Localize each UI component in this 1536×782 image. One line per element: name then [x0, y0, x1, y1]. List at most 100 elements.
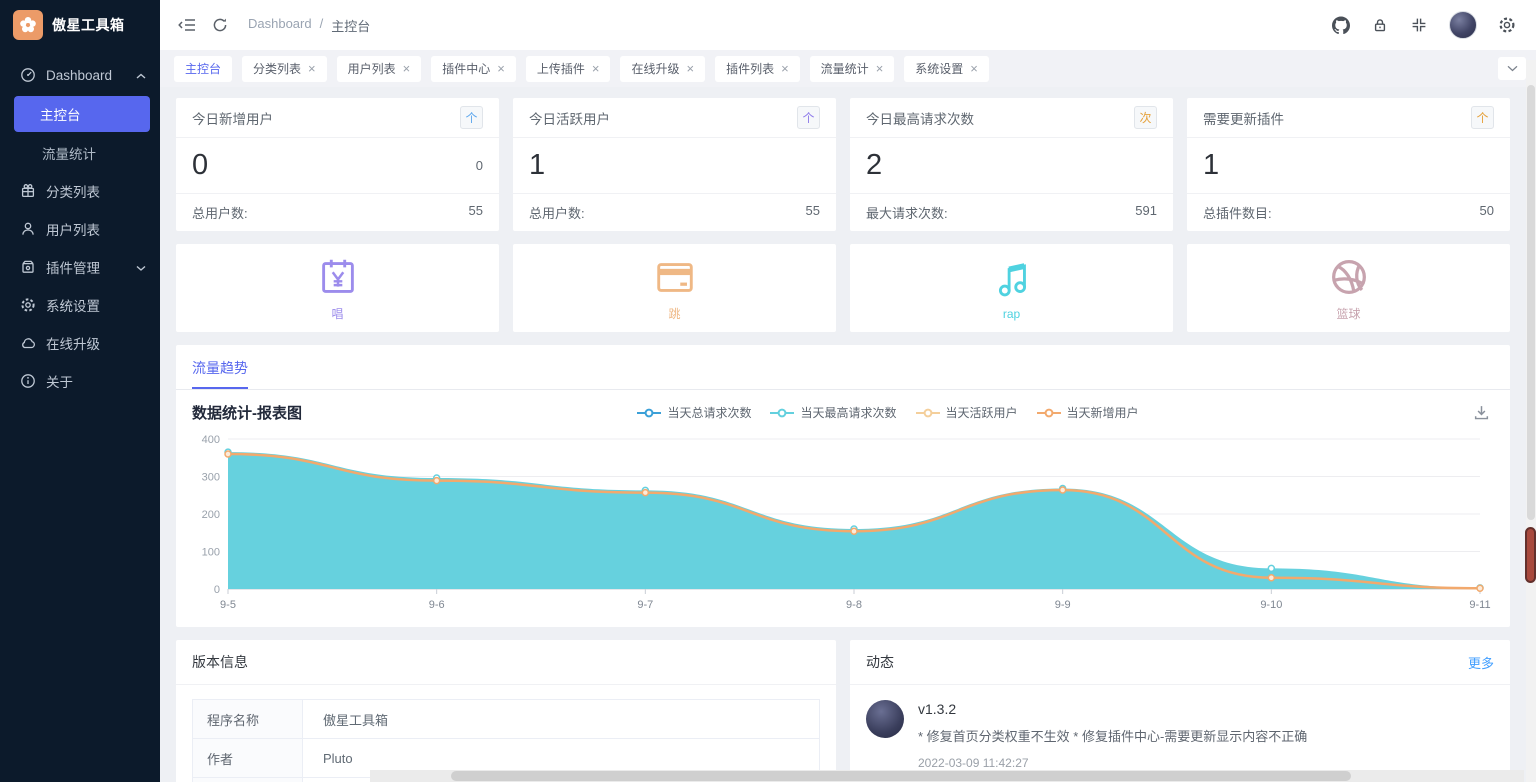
chevron-down-icon — [136, 260, 146, 275]
music-note-icon — [989, 256, 1035, 302]
close-icon[interactable]: × — [308, 62, 316, 75]
legend-item[interactable]: 当天最高请求次数 — [769, 404, 896, 421]
close-icon[interactable]: × — [970, 62, 978, 75]
sidebar-item-user-list[interactable]: 用户列表 — [0, 210, 160, 248]
tab-user-list[interactable]: 用户列表× — [337, 56, 422, 82]
app-logo: 傲星工具箱 — [0, 0, 160, 50]
legend-item[interactable]: 当天活跃用户 — [915, 404, 1018, 421]
breadcrumb-item[interactable]: Dashboard — [248, 16, 312, 35]
scrollbar-red-marker[interactable] — [1525, 527, 1536, 583]
shortcut-card-sing[interactable]: 唱 — [176, 244, 499, 332]
stat-footer-value: 50 — [1480, 203, 1494, 222]
sidebar-item-dashboard[interactable]: Dashboard — [0, 56, 160, 94]
close-icon[interactable]: × — [497, 62, 505, 75]
svg-text:9-5: 9-5 — [220, 599, 236, 611]
tab-plugin-center[interactable]: 插件中心× — [431, 56, 516, 82]
row-value: 傲星工具箱 — [303, 700, 388, 738]
row-label: 作者 — [193, 739, 303, 777]
stat-footer-label: 总用户数: — [529, 203, 585, 222]
legend-marker-icon — [636, 408, 662, 418]
download-icon[interactable] — [1473, 404, 1490, 421]
stat-title: 今日新增用户 — [192, 108, 273, 128]
close-icon[interactable]: × — [403, 62, 411, 75]
tab-traffic-stats[interactable]: 流量统计× — [810, 56, 895, 82]
tab-upload-plugin[interactable]: 上传插件× — [526, 56, 611, 82]
svg-text:9-7: 9-7 — [637, 599, 653, 611]
tab-plugin-list[interactable]: 插件列表× — [715, 56, 800, 82]
legend-item[interactable]: 当天总请求次数 — [636, 404, 751, 421]
fullscreen-icon[interactable] — [1410, 16, 1428, 34]
shortcut-card-jump[interactable]: 跳 — [513, 244, 836, 332]
breadcrumb-item-current: 主控台 — [331, 16, 370, 35]
sidebar-menu: Dashboard 主控台 流量统计 分类列表 用户列表 — [0, 50, 160, 400]
shortcut-label: 唱 — [331, 305, 343, 322]
chart-title: 数据统计-报表图 — [192, 402, 302, 423]
shortcut-label: rap — [1003, 307, 1020, 321]
gear-icon — [20, 297, 36, 313]
gift-icon — [20, 183, 36, 199]
top-header: Dashboard / 主控台 — [160, 0, 1536, 50]
refresh-icon[interactable] — [211, 16, 229, 34]
chevron-down-icon — [1507, 65, 1518, 72]
stat-value: 2 — [866, 149, 882, 182]
stat-card-new-users: 今日新增用户 个 0 0 总用户数: 55 — [176, 98, 499, 231]
panel-title: 版本信息 — [192, 652, 248, 672]
sidebar-item-online-upgrade[interactable]: 在线升级 — [0, 324, 160, 362]
shortcut-card-rap[interactable]: rap — [850, 244, 1173, 332]
horizontal-scrollbar-thumb[interactable] — [451, 771, 1351, 781]
sidebar-item-category-list[interactable]: 分类列表 — [0, 172, 160, 210]
avatar — [866, 700, 904, 738]
tab-category-list[interactable]: 分类列表× — [242, 56, 327, 82]
shortcut-card-basketball[interactable]: 篮球 — [1187, 244, 1510, 332]
sidebar-item-console[interactable]: 主控台 — [14, 96, 150, 132]
flower-icon — [18, 15, 38, 35]
stat-value: 1 — [529, 149, 545, 182]
unit-badge: 次 — [1134, 106, 1157, 129]
table-row: 程序名称 傲星工具箱 — [193, 700, 819, 739]
chart-legend: 当天总请求次数 当天最高请求次数 当天活跃用户 当天新增用户 — [302, 404, 1473, 421]
svg-text:9-11: 9-11 — [1469, 599, 1490, 611]
activity-card: 动态 更多 v1.3.2 * 修复首页分类权重不生效 * 修复插件中心-需要更新… — [850, 640, 1510, 782]
sidebar-item-traffic-stats[interactable]: 流量统计 — [0, 134, 160, 172]
unit-badge: 个 — [797, 106, 820, 129]
plugin-box-icon — [20, 259, 36, 275]
traffic-chart[interactable]: 01002003004009-59-69-79-89-99-109-11 — [186, 427, 1496, 623]
tab-online-upgrade[interactable]: 在线升级× — [620, 56, 705, 82]
tab-console[interactable]: 主控台 — [174, 56, 232, 82]
credit-card-icon — [652, 254, 698, 300]
stat-card-active-users: 今日活跃用户 个 1 总用户数: 55 — [513, 98, 836, 231]
close-icon[interactable]: × — [781, 62, 789, 75]
collapse-sidebar-icon[interactable] — [178, 16, 196, 34]
breadcrumb: Dashboard / 主控台 — [248, 16, 370, 35]
settings-gear-icon[interactable] — [1498, 16, 1516, 34]
github-icon[interactable] — [1332, 16, 1350, 34]
stat-footer-label: 总插件数目: — [1203, 203, 1272, 222]
shortcut-label: 跳 — [668, 305, 680, 322]
svg-text:9-10: 9-10 — [1260, 599, 1282, 611]
stat-footer-label: 最大请求次数: — [866, 203, 948, 222]
close-icon[interactable]: × — [876, 62, 884, 75]
legend-item[interactable]: 当天新增用户 — [1036, 404, 1139, 421]
tabs-dropdown-button[interactable] — [1498, 57, 1526, 80]
close-icon[interactable]: × — [686, 62, 694, 75]
stat-footer-value: 55 — [469, 203, 483, 222]
version-info-card: 版本信息 程序名称 傲星工具箱 作者 Pluto — [176, 640, 836, 782]
svg-text:300: 300 — [202, 472, 220, 484]
sidebar-item-system-settings[interactable]: 系统设置 — [0, 286, 160, 324]
stat-cards-row: 今日新增用户 个 0 0 总用户数: 55 今日活跃用户 个 1 — [176, 98, 1510, 231]
stat-card-max-requests: 今日最高请求次数 次 2 最大请求次数: 591 — [850, 98, 1173, 231]
close-icon[interactable]: × — [592, 62, 600, 75]
tab-traffic-trend[interactable]: 流量趋势 — [192, 358, 248, 389]
user-avatar[interactable] — [1449, 11, 1477, 39]
vertical-scrollbar-thumb[interactable] — [1527, 85, 1535, 520]
lock-icon[interactable] — [1371, 16, 1389, 34]
tab-system-settings[interactable]: 系统设置× — [904, 56, 989, 82]
chevron-up-icon — [136, 68, 146, 83]
more-link[interactable]: 更多 — [1468, 653, 1494, 672]
sidebar-item-about[interactable]: 关于 — [0, 362, 160, 400]
sidebar-item-plugin-manage[interactable]: 插件管理 — [0, 248, 160, 286]
traffic-trend-card: 流量趋势 数据统计-报表图 当天总请求次数 当天最高请求次数 当天活跃用户 当天… — [176, 345, 1510, 627]
activity-timestamp: 2022-03-09 11:42:27 — [918, 756, 1307, 770]
svg-text:100: 100 — [202, 547, 220, 559]
stat-title: 需要更新插件 — [1203, 108, 1284, 128]
